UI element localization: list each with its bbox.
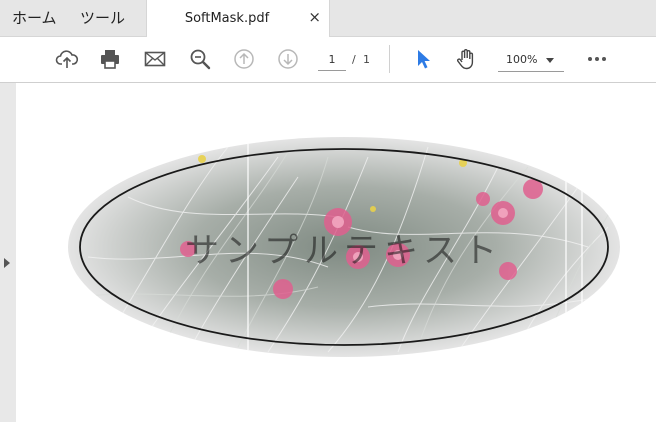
document-tab[interactable]: SoftMask.pdf × <box>146 0 330 37</box>
zoom-out-button[interactable] <box>186 45 214 73</box>
close-tab-button[interactable]: × <box>308 0 321 37</box>
navigation-pane[interactable] <box>0 83 16 422</box>
prev-page-icon <box>234 49 254 69</box>
next-page-icon <box>278 49 298 69</box>
upload-icon <box>55 50 79 68</box>
soft-mask-image: サンプルテキスト <box>68 137 620 357</box>
document-caption: サンプルテキスト <box>185 231 503 271</box>
select-tool-icon <box>418 50 430 69</box>
next-page-button[interactable] <box>274 45 302 73</box>
toolbar-divider <box>389 45 390 73</box>
document-view[interactable]: サンプルテキスト <box>16 83 656 422</box>
zoom-dropdown[interactable]: 100% <box>498 49 564 72</box>
toolbar: 1 / 1 100% <box>0 37 656 83</box>
more-icon <box>588 57 606 61</box>
zoom-out-icon <box>190 49 211 70</box>
expand-arrow-icon[interactable] <box>4 258 10 268</box>
previous-page-button[interactable] <box>230 45 258 73</box>
menu-tools[interactable]: ツール <box>80 0 125 36</box>
more-options-button[interactable] <box>583 45 611 73</box>
select-tool-button[interactable] <box>409 45 437 73</box>
menu-home[interactable]: ホーム <box>12 0 57 36</box>
hand-tool-icon <box>457 49 474 70</box>
total-pages: 1 <box>363 53 370 66</box>
chevron-down-icon <box>546 58 554 63</box>
hand-tool-button[interactable] <box>452 45 480 73</box>
print-icon <box>101 50 119 69</box>
zoom-value: 100% <box>506 53 538 66</box>
current-page-input[interactable]: 1 <box>318 50 346 71</box>
upload-button[interactable] <box>53 45 81 73</box>
mail-button[interactable] <box>141 45 169 73</box>
mail-icon <box>144 51 166 67</box>
page-separator: / <box>352 53 356 66</box>
menu-bar: ホーム ツール SoftMask.pdf × <box>0 0 656 37</box>
print-button[interactable] <box>96 45 124 73</box>
document-tab-title: SoftMask.pdf <box>184 11 270 26</box>
